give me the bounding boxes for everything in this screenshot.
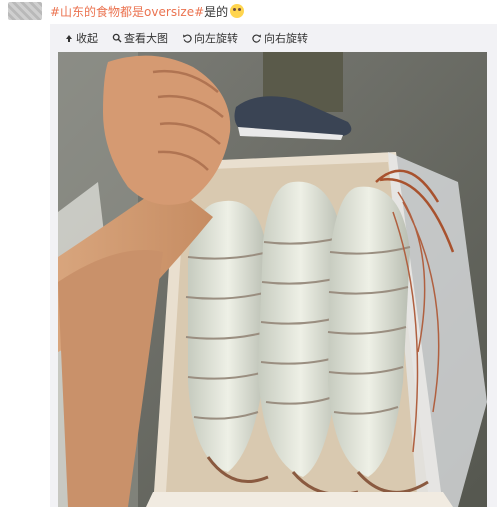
post-photo[interactable]: [58, 52, 487, 507]
post-text: #山东的食物都是oversize#是的: [50, 3, 245, 21]
collapse-arrow-icon: [66, 35, 72, 42]
image-toolbar: 收起 查看大图 向左旋转 向右旋转: [50, 24, 497, 52]
view-large-button[interactable]: 查看大图: [112, 30, 168, 46]
rotate-right-button[interactable]: 向右旋转: [252, 30, 308, 46]
collapse-label: 收起: [76, 32, 98, 45]
magnifier-icon: [112, 33, 122, 43]
rotate-right-label: 向右旋转: [264, 32, 308, 45]
avatar[interactable]: [8, 2, 42, 20]
image-viewer-panel: 收起 查看大图 向左旋转 向右旋转: [50, 24, 497, 507]
rotate-left-icon: [183, 34, 192, 43]
cat-face-icon: [230, 4, 245, 18]
rotate-left-label: 向左旋转: [194, 32, 238, 45]
collapse-button[interactable]: 收起: [64, 30, 98, 46]
view-large-label: 查看大图: [124, 32, 168, 45]
photo-drawing: [58, 52, 487, 507]
rotate-left-button[interactable]: 向左旋转: [182, 30, 238, 46]
hashtag-link[interactable]: #山东的食物都是oversize#: [50, 5, 204, 19]
rotate-right-icon: [252, 34, 261, 43]
post-body-text: 是的: [204, 5, 229, 19]
